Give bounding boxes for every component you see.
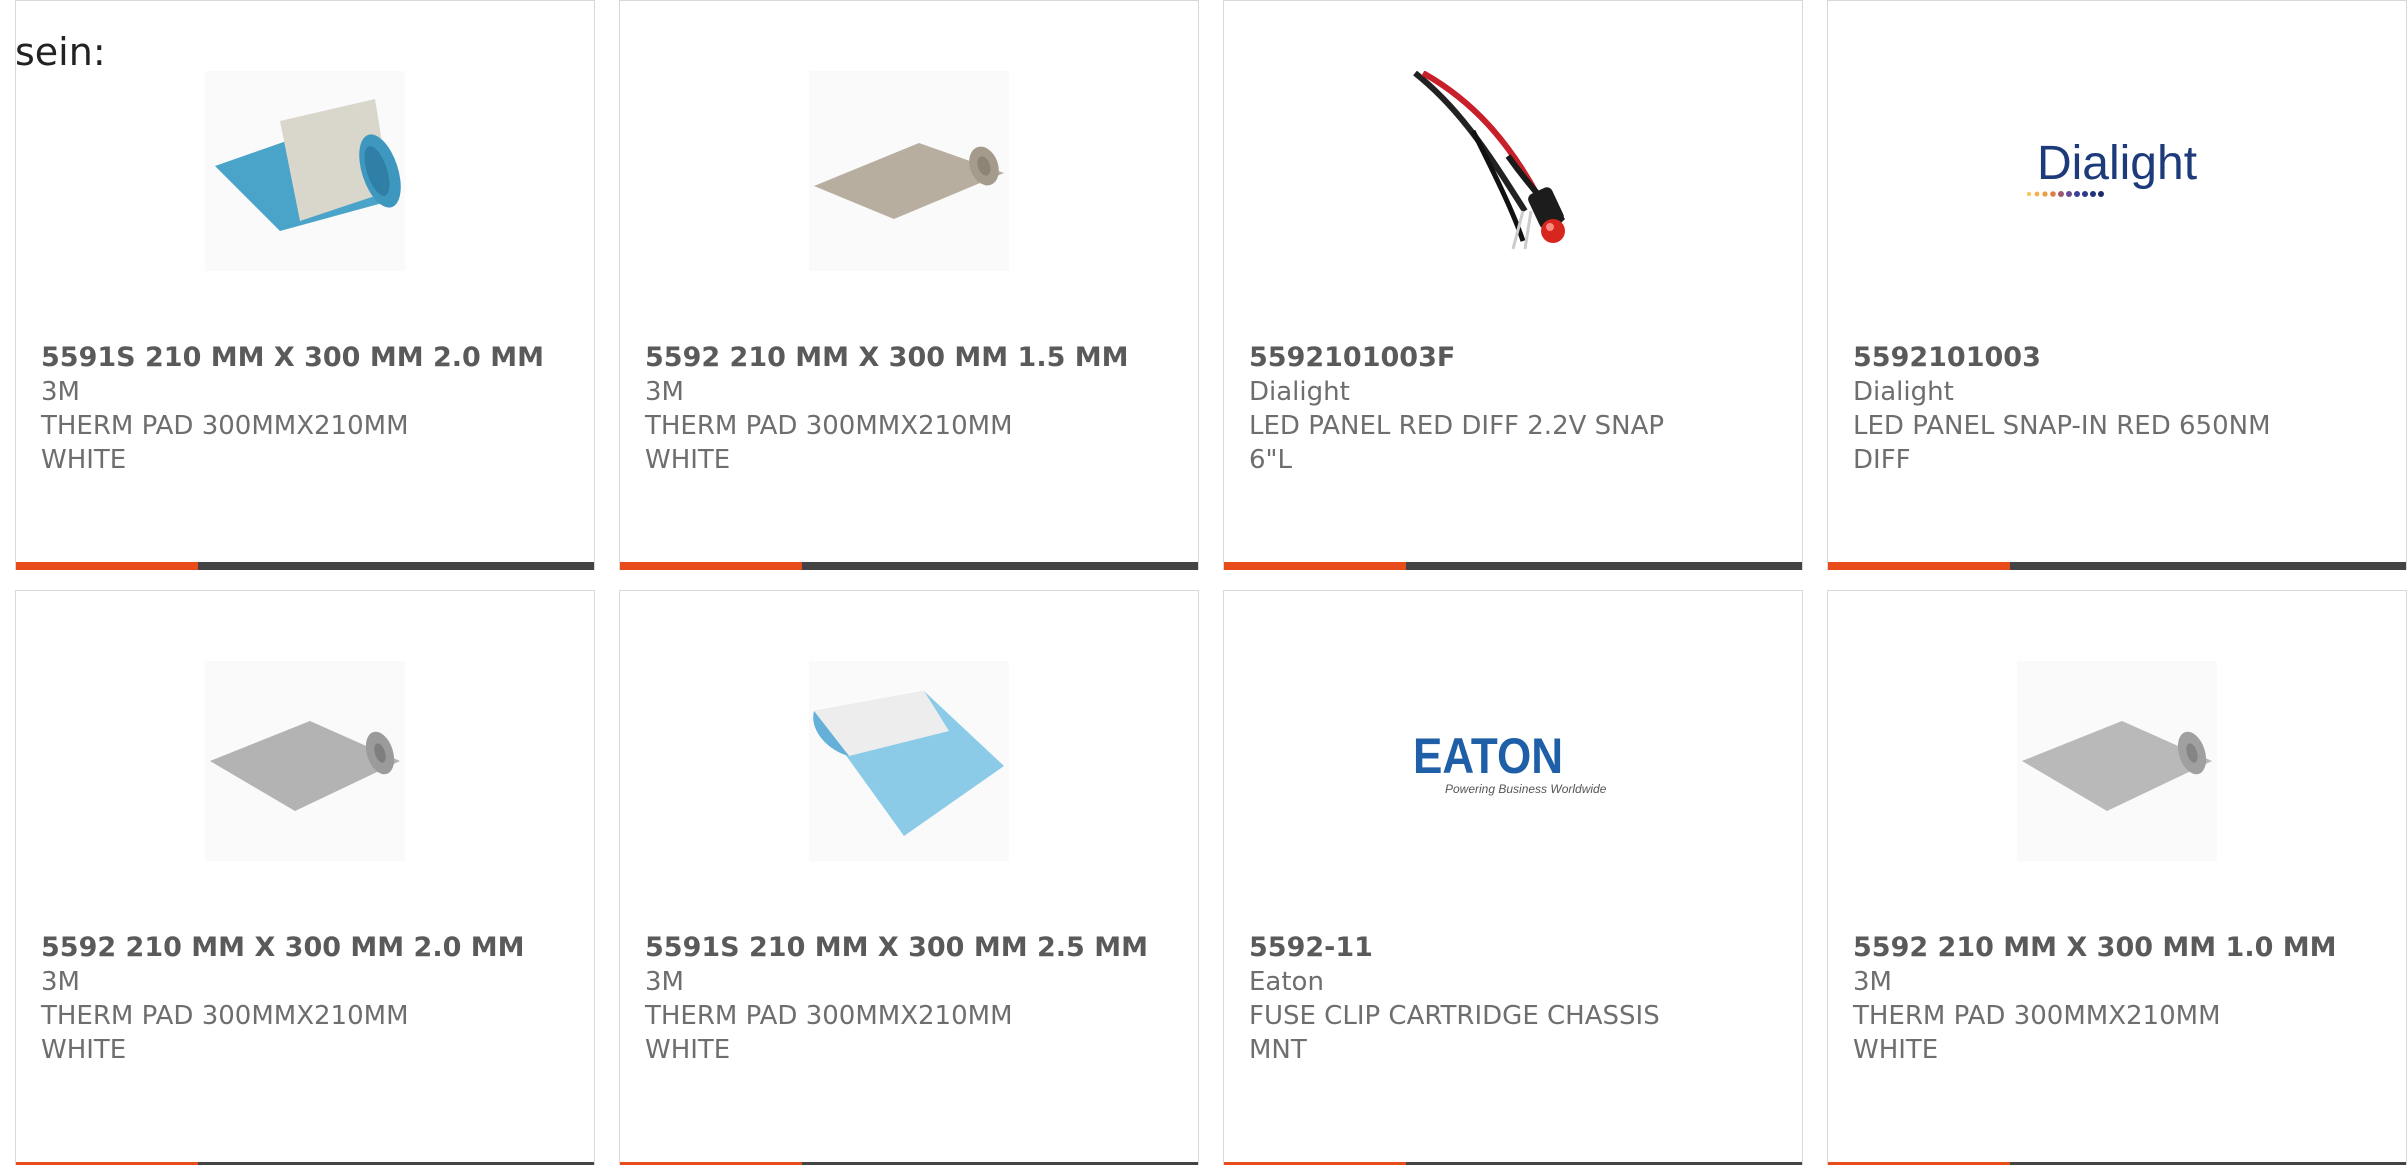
description: THERM PAD 300MMX210MM WHITE — [41, 1001, 409, 1065]
thermal-pad-blue-rolled-icon — [205, 71, 405, 271]
part-number[interactable]: 5592 210 MM X 300 MM 1.0 MM — [1853, 931, 2386, 965]
description: FUSE CLIP CARTRIDGE CHASSIS MNT — [1249, 1001, 1660, 1065]
manufacturer: 3M — [645, 967, 684, 997]
manufacturer: Dialight — [1853, 377, 1954, 407]
description: LED PANEL SNAP-IN RED 650NM DIFF — [1853, 411, 2271, 475]
product-card[interactable]: 5592 210 MM X 300 MM 2.0 MM 3M THERM PAD… — [15, 590, 595, 1165]
manufacturer: Dialight — [1249, 377, 1350, 407]
product-card[interactable]: 5591S 210 MM X 300 MM 2.5 MM 3M THERM PA… — [619, 590, 1199, 1165]
manufacturer: 3M — [41, 967, 80, 997]
description: THERM PAD 300MMX210MM WHITE — [41, 411, 409, 475]
card-bar — [1224, 562, 1802, 570]
description: THERM PAD 300MMX210MM WHITE — [645, 1001, 1013, 1065]
part-number[interactable]: 5592101003 — [1853, 341, 2386, 375]
product-card[interactable]: 5592 210 MM X 300 MM 1.5 MM 3M THERM PAD… — [619, 0, 1199, 570]
dialight-logo-text: Dialight — [2037, 137, 2197, 190]
eaton-logo: EATON Powering Business Worldwide — [1413, 661, 1613, 861]
dialight-logo: Dialight — [2017, 71, 2217, 271]
description: LED PANEL RED DIFF 2.2V SNAP 6"L — [1249, 411, 1665, 475]
manufacturer: 3M — [645, 377, 684, 407]
part-number[interactable]: 5592 210 MM X 300 MM 1.5 MM — [645, 341, 1178, 375]
card-bar — [16, 562, 594, 570]
part-number[interactable]: 5591S 210 MM X 300 MM 2.0 MM — [41, 341, 574, 375]
led-wired-icon — [1413, 71, 1613, 271]
part-number[interactable]: 5592101003F — [1249, 341, 1782, 375]
part-number[interactable]: 5591S 210 MM X 300 MM 2.5 MM — [645, 931, 1178, 965]
part-number[interactable]: 5592 210 MM X 300 MM 2.0 MM — [41, 931, 574, 965]
manufacturer: 3M — [1853, 967, 1892, 997]
part-number[interactable]: 5592-11 — [1249, 931, 1782, 965]
product-card[interactable]: 5592101003F Dialight LED PANEL RED DIFF … — [1223, 0, 1803, 570]
product-card[interactable]: EATON Powering Business Worldwide 5592-1… — [1223, 590, 1803, 1165]
eaton-logo-tagline: Powering Business Worldwide — [1445, 782, 1607, 796]
card-bar — [620, 562, 1198, 570]
description: THERM PAD 300MMX210MM WHITE — [1853, 1001, 2221, 1065]
manufacturer: Eaton — [1249, 967, 1324, 997]
thermal-pad-lightblue-icon — [809, 661, 1009, 861]
manufacturer: 3M — [41, 377, 80, 407]
thermal-pad-gray-rolled-icon — [809, 71, 1009, 271]
thermal-pad-gray-rolled-icon — [2017, 661, 2217, 861]
description: THERM PAD 300MMX210MM WHITE — [645, 411, 1013, 475]
product-grid: 5591S 210 MM X 300 MM 2.0 MM 3M THERM PA… — [15, 0, 2408, 1165]
card-bar — [1828, 562, 2406, 570]
product-card[interactable]: Dialight 5592101003 Dialight LED PANEL S… — [1827, 0, 2407, 570]
thermal-pad-gray-rolled-icon — [205, 661, 405, 861]
product-card[interactable]: 5591S 210 MM X 300 MM 2.0 MM 3M THERM PA… — [15, 0, 595, 570]
product-card[interactable]: 5592 210 MM X 300 MM 1.0 MM 3M THERM PAD… — [1827, 590, 2407, 1165]
intro-text: sein: — [15, 30, 106, 74]
eaton-logo-text: EATON — [1413, 728, 1563, 784]
